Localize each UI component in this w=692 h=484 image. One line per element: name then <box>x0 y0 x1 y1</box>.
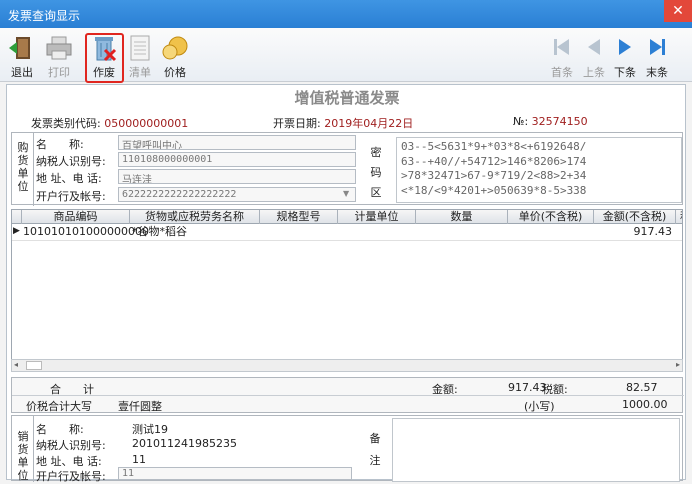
void-highlight-box <box>85 33 124 83</box>
last-record-button[interactable]: 末条 <box>639 34 675 80</box>
scroll-thumb[interactable] <box>26 361 42 370</box>
type-code-row: 发票类别代码: 050000000001 <box>31 117 189 130</box>
next-icon <box>610 34 640 62</box>
close-button[interactable]: ✕ <box>664 0 692 22</box>
invoice-title: 增值税普通发票 <box>294 89 400 107</box>
buyer-tax-id-field[interactable]: 110108000000001 <box>118 152 356 167</box>
window-title: 发票查询显示 <box>8 9 81 23</box>
total-lowercase: 1000.00 <box>622 398 668 411</box>
total-tax: 82.57 <box>626 381 658 394</box>
buyer-address-field[interactable]: 马连洼 <box>118 169 356 184</box>
price-tag-icon <box>160 34 190 62</box>
print-button[interactable]: 打印 <box>41 34 77 80</box>
list-icon <box>125 34 155 62</box>
total-uppercase: 壹仟圆整 <box>118 400 162 413</box>
prev-icon <box>579 34 609 62</box>
horizontal-scrollbar[interactable]: ◂ ▸ <box>11 359 683 372</box>
invoice-number: 32574150 <box>531 115 588 128</box>
next-record-button[interactable]: 下条 <box>607 34 643 80</box>
row-pointer-icon: ▶ <box>13 226 20 236</box>
seller-name: 测试19 <box>132 423 168 436</box>
buyer-bank-select[interactable]: 6222222222222222222 <box>118 187 356 202</box>
date-row: 开票日期: 2019年04月22日 <box>273 117 414 130</box>
goods-table: 商品编码 货物或应税劳务名称 规格型号 计量单位 数量 单价(不含税) 金额(不… <box>11 209 683 369</box>
price-button[interactable]: 价格 <box>157 34 193 80</box>
seller-address: 11 <box>132 453 146 466</box>
chevron-down-icon[interactable]: ▼ <box>343 189 349 198</box>
exit-icon <box>7 34 37 62</box>
first-icon <box>547 34 577 62</box>
seller-section-label: 销货单位 <box>17 430 29 482</box>
type-code-value: 050000000001 <box>104 117 189 130</box>
last-icon <box>642 34 672 62</box>
scroll-right-icon[interactable]: ▸ <box>676 360 680 369</box>
seller-section: 销货单位 名 称: 测试19 纳税人识别号: 201011241985235 地… <box>11 415 683 483</box>
note-field[interactable] <box>392 418 680 482</box>
buyer-section-label: 购货单位 <box>17 141 29 193</box>
first-record-button[interactable]: 首条 <box>544 34 580 80</box>
invoice-number-row: №: 32574150 <box>513 115 588 128</box>
cipher-section-label: 密码区 <box>370 146 382 199</box>
list-button[interactable]: 清单 <box>122 34 158 80</box>
cipher-area: 03--5<5631*9+*03*8<+6192648/ 63--+40//+5… <box>396 137 682 203</box>
printer-icon <box>44 34 74 62</box>
totals-section: 合 计 金额: 917.43 税额: 82.57 价税合计大写 壹仟圆整 (小写… <box>11 377 684 413</box>
window-titlebar: 发票查询显示 ✕ <box>0 0 692 28</box>
buyer-name-field[interactable]: 百望呼叫中心 <box>118 135 356 150</box>
date-value: 2019年04月22日 <box>324 117 414 130</box>
invoice-form: 增值税普通发票 发票类别代码: 050000000001 开票日期: 2019年… <box>6 84 686 483</box>
scroll-left-icon[interactable]: ◂ <box>14 360 18 369</box>
total-amount: 917.43 <box>508 381 547 394</box>
seller-tax-id: 201011241985235 <box>132 437 237 450</box>
table-header: 商品编码 货物或应税劳务名称 规格型号 计量单位 数量 单价(不含税) 金额(不… <box>12 210 682 224</box>
seller-bank-select[interactable]: 11 <box>118 467 352 480</box>
note-label: 备注 <box>369 432 381 467</box>
buyer-section: 购货单位 名 称: 百望呼叫中心 纳税人识别号: 110108000000001… <box>11 132 683 206</box>
exit-button[interactable]: 退出 <box>4 34 40 80</box>
